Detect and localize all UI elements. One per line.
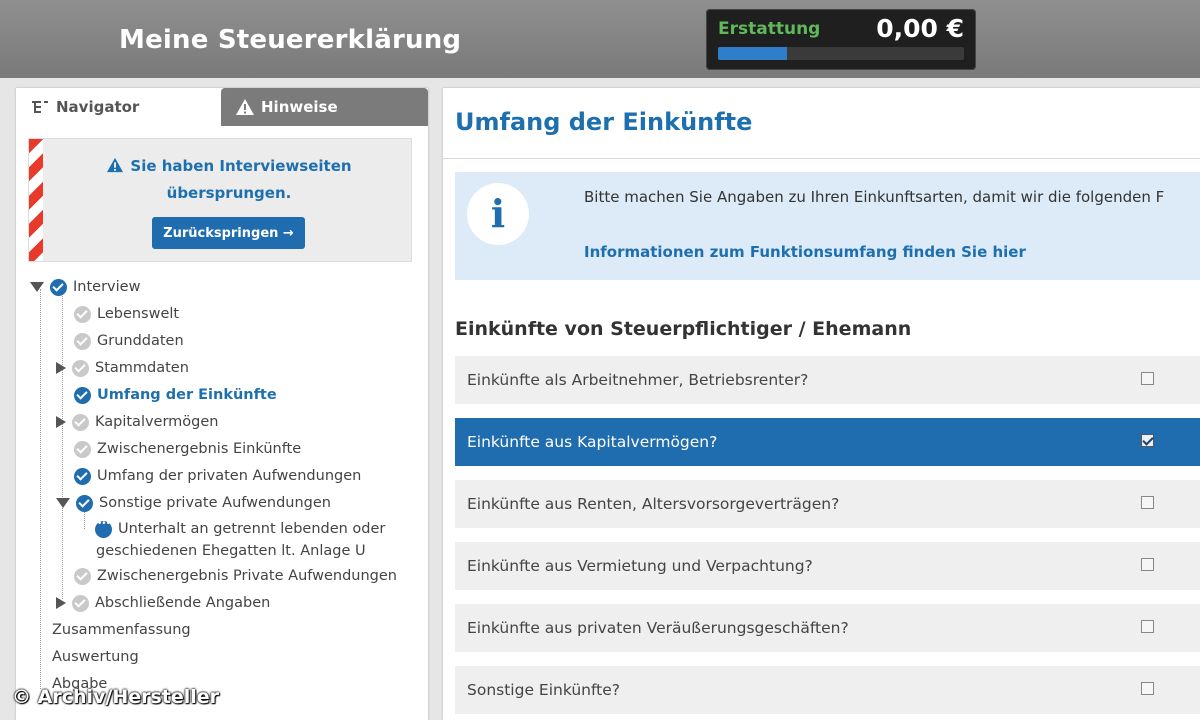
info-link[interactable]: Informationen zum Funktionsumfang finden… bbox=[584, 243, 1026, 261]
navigator-tree-icon bbox=[32, 101, 48, 113]
question-checkbox[interactable] bbox=[1141, 558, 1154, 571]
tree-item[interactable]: Sonstige private Aufwendungen bbox=[56, 491, 331, 515]
expanded-triangle-icon[interactable] bbox=[30, 282, 44, 292]
refund-amount: 0,00 € bbox=[876, 14, 964, 43]
tree-item-label: Sonstige private Aufwendungen bbox=[99, 495, 331, 511]
tab-hinweise-label: Hinweise bbox=[261, 98, 338, 116]
tree-item-label: Interview bbox=[73, 279, 141, 295]
check-pending-icon bbox=[74, 332, 91, 350]
question-checkbox[interactable] bbox=[1141, 496, 1154, 509]
tree-item-label: Umfang der privaten Aufwendungen bbox=[97, 468, 362, 484]
top-bar: Meine Steuererklärung Erstattung 0,00 € bbox=[0, 0, 1200, 78]
tree-item-label: Zusammenfassung bbox=[52, 622, 191, 638]
info-box: i Bitte machen Sie Angaben zu Ihren Eink… bbox=[455, 172, 1200, 280]
tab-hinweise[interactable]: Hinweise bbox=[221, 88, 428, 126]
tree-item-label: Lebenswelt bbox=[97, 306, 180, 322]
tree-item[interactable]: Abschließende Angaben bbox=[56, 591, 270, 615]
tree-connector-line bbox=[62, 289, 63, 599]
tree-item[interactable]: Interview bbox=[30, 275, 140, 299]
tree-item[interactable]: Stammdaten bbox=[56, 356, 189, 380]
check-pending-icon bbox=[72, 359, 89, 377]
tree-item-label: Kapitalvermögen bbox=[95, 414, 219, 430]
tree-item[interactable]: Zusammenfassung bbox=[52, 618, 191, 642]
refund-progress-track bbox=[718, 47, 964, 60]
left-panel: Navigator Hinweise Sie haben Interviewse… bbox=[16, 88, 428, 720]
check-pending-icon bbox=[72, 594, 89, 612]
tree-item-label: geschiedenen Ehegatten lt. Anlage U bbox=[96, 543, 366, 559]
check-done-icon bbox=[50, 278, 67, 296]
warning-icon bbox=[107, 157, 124, 173]
check-pending-icon bbox=[74, 440, 91, 458]
income-question-row[interactable]: Einkünfte aus privaten Veräußerungsgesch… bbox=[455, 604, 1200, 652]
notice-line-2: übersprungen. bbox=[166, 184, 292, 202]
skipped-pages-notice: Sie haben Interviewseiten übersprungen. … bbox=[28, 138, 412, 262]
income-question-row[interactable]: Einkünfte als Arbeitnehmer, Betriebsrent… bbox=[455, 356, 1200, 404]
check-pending-icon bbox=[72, 413, 89, 431]
jump-back-button[interactable]: Zurückspringen → bbox=[152, 217, 305, 249]
question-label: Einkünfte aus Vermietung und Verpachtung… bbox=[467, 557, 813, 575]
question-checkbox[interactable] bbox=[1141, 372, 1154, 385]
tree-item[interactable]: Lebenswelt bbox=[74, 302, 179, 326]
check-pending-icon bbox=[74, 567, 91, 585]
title-divider bbox=[443, 158, 1200, 159]
tree-item[interactable]: Umfang der privaten Aufwendungen bbox=[74, 464, 361, 488]
question-checkbox[interactable] bbox=[1141, 682, 1154, 695]
tree-item[interactable]: Auswertung bbox=[52, 645, 139, 669]
expanded-triangle-icon[interactable] bbox=[56, 498, 70, 508]
tree-item-label: Stammdaten bbox=[95, 360, 189, 376]
check-done-icon bbox=[74, 467, 91, 485]
tree-item-label: Auswertung bbox=[52, 649, 139, 665]
tree-item-label: Zwischenergebnis Einkünfte bbox=[97, 441, 302, 457]
warning-icon bbox=[236, 99, 254, 115]
income-question-row[interactable]: Einkünfte aus Kapitalvermögen? bbox=[455, 418, 1200, 466]
watermark: © Archiv/Hersteller bbox=[12, 686, 220, 708]
question-label: Einkünfte aus Renten, Altersvorsorgevert… bbox=[467, 495, 840, 513]
main-panel: Umfang der Einkünfte i Bitte machen Sie … bbox=[443, 88, 1200, 720]
tree-item[interactable]: Unterhalt an getrennt lebenden oder bbox=[95, 517, 385, 541]
tab-navigator-label: Navigator bbox=[56, 98, 140, 116]
warning-stripes bbox=[29, 139, 43, 261]
question-label: Einkünfte aus privaten Veräußerungsgesch… bbox=[467, 619, 849, 637]
tab-navigator[interactable]: Navigator bbox=[16, 88, 221, 126]
tree-item[interactable]: Grunddaten bbox=[74, 329, 184, 353]
page-title: Umfang der Einkünfte bbox=[455, 108, 753, 136]
tree-item[interactable]: geschiedenen Ehegatten lt. Anlage U bbox=[96, 539, 366, 563]
income-question-row[interactable]: Einkünfte aus Renten, Altersvorsorgevert… bbox=[455, 480, 1200, 528]
refund-label: Erstattung bbox=[718, 19, 821, 39]
tree-item[interactable]: Zwischenergebnis Private Aufwendungen bbox=[74, 564, 397, 588]
question-checkbox[interactable] bbox=[1141, 620, 1154, 633]
tree-item-label: Unterhalt an getrennt lebenden oder bbox=[118, 521, 386, 537]
refund-widget: Erstattung 0,00 € bbox=[706, 9, 976, 70]
tree-item[interactable]: Umfang der Einkünfte bbox=[74, 383, 277, 407]
tree-item-label: Zwischenergebnis Private Aufwendungen bbox=[97, 568, 397, 584]
collapsed-triangle-icon[interactable] bbox=[56, 362, 66, 374]
refund-progress-fill bbox=[718, 47, 787, 60]
check-done-icon bbox=[76, 494, 93, 512]
question-checkbox[interactable] bbox=[1141, 434, 1154, 447]
notice-line-1: Sie haben Interviewseiten bbox=[130, 157, 352, 175]
income-question-row[interactable]: Sonstige Einkünfte? bbox=[455, 666, 1200, 714]
notice-text: Sie haben Interviewseiten übersprungen. bbox=[57, 153, 401, 207]
more-dots-icon bbox=[95, 519, 112, 538]
income-question-row[interactable]: Einkünfte aus Vermietung und Verpachtung… bbox=[455, 542, 1200, 590]
tree-connector-line bbox=[40, 289, 41, 689]
tree-item-label: Abschließende Angaben bbox=[95, 595, 271, 611]
check-pending-icon bbox=[74, 305, 91, 323]
tree-item-label: Grunddaten bbox=[97, 333, 184, 349]
question-label: Einkünfte als Arbeitnehmer, Betriebsrent… bbox=[467, 371, 809, 389]
collapsed-triangle-icon[interactable] bbox=[56, 597, 66, 609]
app-title: Meine Steuererklärung bbox=[119, 25, 462, 55]
section-title: Einkünfte von Steuerpflichtiger / Eheman… bbox=[455, 318, 912, 340]
info-icon: i bbox=[467, 183, 529, 245]
tree-item[interactable]: Kapitalvermögen bbox=[56, 410, 219, 434]
question-label: Einkünfte aus Kapitalvermögen? bbox=[467, 433, 718, 451]
tree-item[interactable]: Zwischenergebnis Einkünfte bbox=[74, 437, 301, 461]
question-label: Sonstige Einkünfte? bbox=[467, 681, 621, 699]
collapsed-triangle-icon[interactable] bbox=[56, 416, 66, 428]
info-text: Bitte machen Sie Angaben zu Ihren Einkun… bbox=[584, 188, 1165, 206]
tree-item-label: Umfang der Einkünfte bbox=[97, 387, 277, 403]
check-done-icon bbox=[74, 386, 91, 404]
